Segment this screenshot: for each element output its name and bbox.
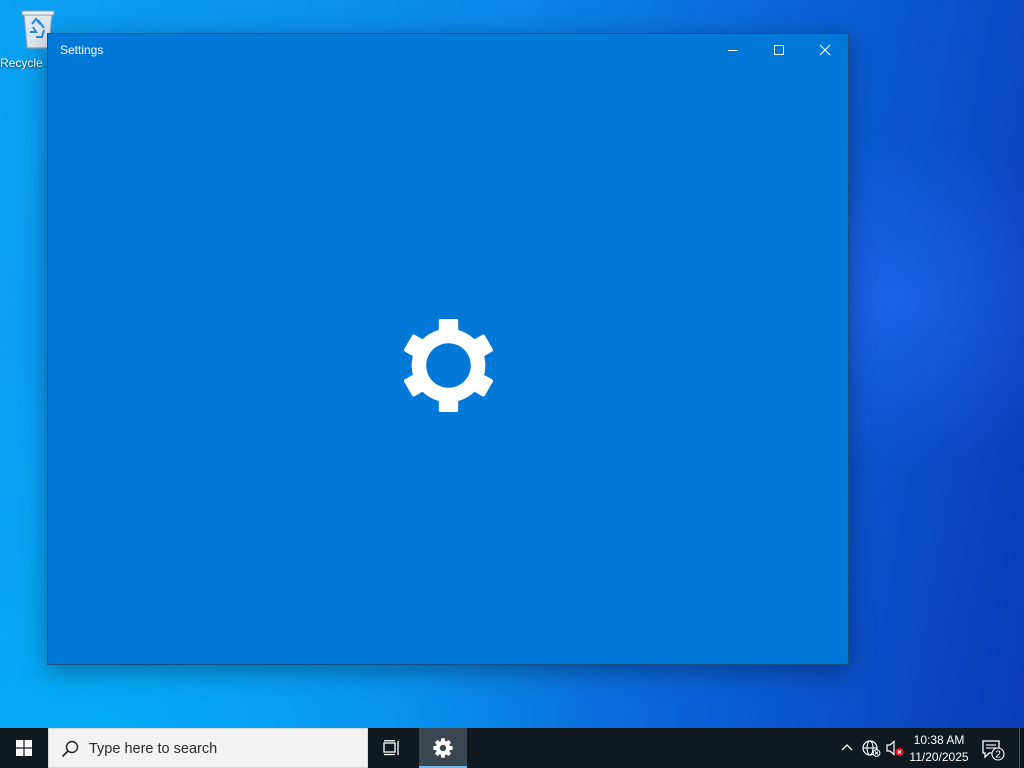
- task-view-button[interactable]: [368, 728, 416, 768]
- title-bar[interactable]: Settings: [48, 34, 848, 65]
- action-center-button[interactable]: 2: [978, 736, 1006, 762]
- taskbar-app-settings[interactable]: [419, 728, 467, 768]
- chevron-up-icon: [841, 744, 853, 751]
- clock[interactable]: 10:38 AM 11/20/2025: [904, 732, 974, 766]
- taskbar: Type here to search 10:38 AM 11/20/2025 …: [0, 728, 1024, 768]
- task-view-icon: [383, 740, 399, 756]
- search-placeholder: Type here to search: [89, 741, 218, 757]
- maximize-button[interactable]: [756, 34, 802, 65]
- search-icon: [61, 740, 79, 758]
- action-center-icon: 2: [982, 740, 1005, 761]
- notification-count: 2: [995, 750, 1001, 761]
- network-button[interactable]: [861, 738, 881, 758]
- clock-time: 10:38 AM: [913, 733, 965, 747]
- gear-icon: [400, 317, 497, 414]
- clock-date: 11/20/2025: [909, 750, 969, 764]
- window-title: Settings: [60, 43, 104, 57]
- maximize-icon: [774, 44, 784, 55]
- show-desktop-button[interactable]: [1019, 728, 1024, 768]
- gear-icon: [433, 738, 453, 758]
- start-button[interactable]: [0, 728, 48, 768]
- close-button[interactable]: [802, 34, 848, 65]
- minimize-button[interactable]: [710, 34, 756, 65]
- desktop-icon-label: Recycle Bin: [0, 56, 42, 70]
- globe-icon: [862, 740, 881, 757]
- speaker-muted-icon: [886, 740, 904, 756]
- close-icon: [819, 44, 831, 55]
- settings-window: Settings: [47, 33, 849, 665]
- show-hidden-icons-button[interactable]: [838, 738, 856, 758]
- volume-button[interactable]: [885, 738, 905, 758]
- search-box[interactable]: Type here to search: [48, 728, 368, 768]
- windows-logo-icon: [16, 740, 32, 756]
- minimize-icon: [728, 49, 738, 51]
